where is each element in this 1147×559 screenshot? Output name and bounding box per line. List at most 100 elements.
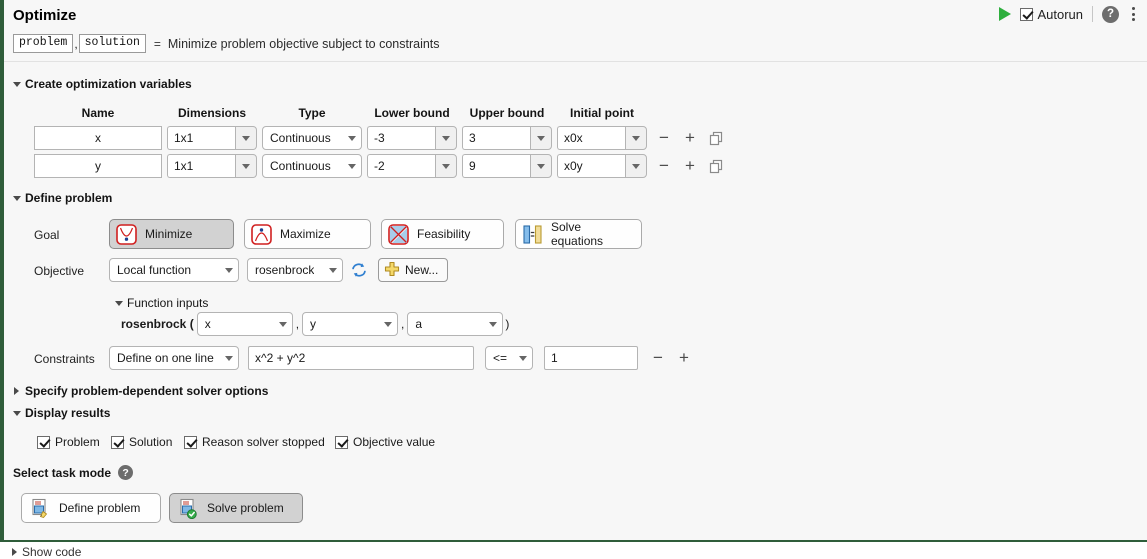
add-variable-button[interactable]: + <box>683 157 697 173</box>
mode-button-solve-problem[interactable]: Solve problem <box>169 493 303 523</box>
variable-upper-bound-value: 9 <box>462 154 530 178</box>
chevron-down-icon[interactable] <box>625 126 647 150</box>
function-input-arg-2-value: y <box>310 317 316 331</box>
function-input-arg-1-value: x <box>205 317 211 331</box>
variable-name-input[interactable] <box>34 154 162 178</box>
section-display-results[interactable]: Display results <box>13 406 110 420</box>
task-signature: problem , solution = Minimize problem ob… <box>13 34 440 53</box>
constraint-expression-input[interactable] <box>248 346 474 370</box>
add-variable-button[interactable]: + <box>683 129 697 145</box>
help-icon[interactable]: ? <box>118 465 133 480</box>
variable-lower-bound-combo[interactable]: -3 <box>367 126 457 150</box>
show-code-toggle[interactable]: Show code <box>12 545 81 559</box>
variable-initial-point-value: x0x <box>557 126 625 150</box>
goal-button-maximize[interactable]: Maximize <box>244 219 371 249</box>
section-create-optimization-variables[interactable]: Create optimization variables <box>13 77 192 91</box>
constraint-operator-dropdown[interactable]: <= <box>485 346 533 370</box>
section-solver-options[interactable]: Specify problem-dependent solver options <box>14 384 268 398</box>
duplicate-variable-button[interactable] <box>708 130 724 146</box>
run-button[interactable] <box>999 7 1011 21</box>
variable-dimensions-combo[interactable]: 1x1 <box>167 154 257 178</box>
chevron-down-icon <box>489 322 497 327</box>
function-input-arg-3[interactable]: a <box>407 312 503 336</box>
remove-constraint-button[interactable]: − <box>651 349 665 365</box>
task-header: Optimize problem , solution = Minimize p… <box>4 0 1147 62</box>
objective-label: Objective <box>34 264 84 278</box>
function-call-name: rosenbrock ( <box>121 317 194 331</box>
chevron-down-icon <box>329 268 337 273</box>
variable-type-dropdown[interactable]: Continuous <box>262 126 362 150</box>
display-checkbox-objective-value[interactable]: Objective value <box>335 435 435 449</box>
column-header-type: Type <box>262 106 362 120</box>
variable-lower-bound-combo[interactable]: -2 <box>367 154 457 178</box>
variable-name-input[interactable] <box>34 126 162 150</box>
objective-function-dropdown[interactable]: rosenbrock <box>247 258 343 282</box>
feasibility-cross-icon <box>388 224 409 245</box>
goal-label: Goal <box>34 228 59 242</box>
chevron-down-icon[interactable] <box>530 126 552 150</box>
mode-button-define-problem[interactable]: Define problem <box>21 493 161 523</box>
autorun-checkbox[interactable]: Autorun <box>1020 7 1083 22</box>
chevron-down-icon <box>225 268 233 273</box>
chevron-down-icon <box>225 356 233 361</box>
chevron-down-icon[interactable] <box>625 154 647 178</box>
signature-comma: , <box>74 37 77 51</box>
variable-initial-point-combo[interactable]: x0x <box>557 126 647 150</box>
chevron-down-icon <box>279 322 287 327</box>
duplicate-variable-button[interactable] <box>708 158 724 174</box>
chevron-down-icon[interactable] <box>435 126 457 150</box>
document-pencil-icon <box>30 498 51 519</box>
variable-upper-bound-combo[interactable]: 3 <box>462 126 552 150</box>
chevron-down-icon <box>519 356 527 361</box>
chevron-down-icon[interactable] <box>235 154 257 178</box>
column-header-lower-bound: Lower bound <box>367 106 457 120</box>
mode-button-label: Define problem <box>59 501 140 515</box>
function-input-arg-3-value: a <box>415 317 422 331</box>
constraints-mode-dropdown[interactable]: Define on one line <box>109 346 239 370</box>
new-function-label: New... <box>405 263 438 277</box>
document-check-icon <box>178 498 199 519</box>
section-define-problem[interactable]: Define problem <box>13 191 112 205</box>
variable-dimensions-combo[interactable]: 1x1 <box>167 126 257 150</box>
objective-source-dropdown[interactable]: Local function <box>109 258 239 282</box>
chevron-down-icon[interactable] <box>235 126 257 150</box>
function-input-arg-2[interactable]: y <box>302 312 398 336</box>
goal-label-maximize: Maximize <box>280 227 331 241</box>
display-checkbox-solution[interactable]: Solution <box>111 435 172 449</box>
goal-label-solve-equations: Solve equations <box>551 220 629 248</box>
remove-variable-button[interactable]: − <box>657 157 671 173</box>
constraint-value-input[interactable] <box>544 346 638 370</box>
display-checkbox-reason-solver-stopped[interactable]: Reason solver stopped <box>184 435 325 449</box>
signature-equals: = <box>154 37 161 51</box>
remove-variable-button[interactable]: − <box>657 129 671 145</box>
goal-button-feasibility[interactable]: Feasibility <box>381 219 504 249</box>
help-icon[interactable]: ? <box>1102 6 1119 23</box>
display-checkbox-problem[interactable]: Problem <box>37 435 100 449</box>
variable-upper-bound-value: 3 <box>462 126 530 150</box>
variable-upper-bound-combo[interactable]: 9 <box>462 154 552 178</box>
display-checkbox-label: Reason solver stopped <box>202 435 325 449</box>
new-function-button[interactable]: New... <box>378 258 448 282</box>
variable-lower-bound-value: -2 <box>367 154 435 178</box>
function-input-arg-1[interactable]: x <box>197 312 293 336</box>
chevron-down-icon <box>384 322 392 327</box>
kebab-menu-icon[interactable] <box>1128 5 1139 23</box>
variable-type-dropdown[interactable]: Continuous <box>262 154 362 178</box>
refresh-icon[interactable] <box>350 261 368 279</box>
variable-lower-bound-value: -3 <box>367 126 435 150</box>
chevron-down-icon[interactable] <box>435 154 457 178</box>
variable-initial-point-combo[interactable]: x0y <box>557 154 647 178</box>
checkbox-box <box>184 436 197 449</box>
autorun-checkbox-box <box>1020 8 1033 21</box>
yellow-plus-icon <box>384 261 400 280</box>
section-label: Define problem <box>25 191 112 205</box>
maximize-curve-icon <box>251 224 272 245</box>
goal-button-solve-equations[interactable]: Solve equations <box>515 219 642 249</box>
goal-button-minimize[interactable]: Minimize <box>109 219 234 249</box>
subsection-function-inputs[interactable]: Function inputs <box>115 296 208 310</box>
chevron-right-icon <box>14 387 19 395</box>
objective-function-value: rosenbrock <box>255 263 314 277</box>
chevron-down-icon[interactable] <box>530 154 552 178</box>
goal-label-feasibility: Feasibility <box>417 227 470 241</box>
add-constraint-button[interactable]: + <box>677 349 691 365</box>
